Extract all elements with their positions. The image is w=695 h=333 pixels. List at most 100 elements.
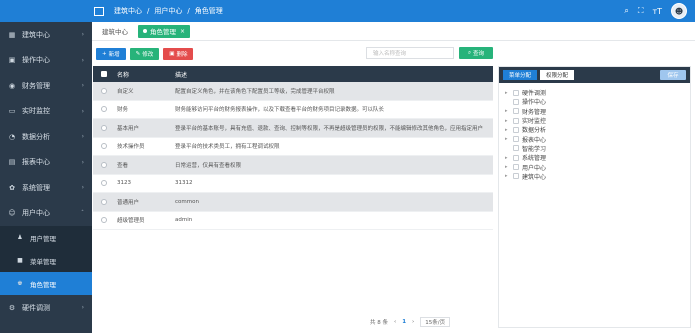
table-row[interactable]: 普通用户 common: [93, 193, 493, 212]
search-icon[interactable]: ⌕: [624, 6, 628, 16]
search-input[interactable]: 输入名称查询: [366, 47, 454, 59]
page-number-current[interactable]: 1: [402, 319, 406, 325]
sidebar-subitem-role-manage[interactable]: ♚ 角色管理: [0, 272, 92, 295]
sidebar-item-finance[interactable]: ◉ 财务管理 ›: [0, 73, 92, 99]
avatar[interactable]: ☻: [671, 3, 687, 19]
chevron-icon: ›: [81, 82, 84, 90]
breadcrumb: 建筑中心 / 用户中心 / 角色管理: [114, 6, 223, 16]
save-button[interactable]: 保存: [660, 70, 686, 80]
tree-checkbox[interactable]: [513, 154, 519, 161]
tree-node[interactable]: ▸ 建筑中心: [505, 172, 690, 181]
tree-checkbox[interactable]: [513, 98, 519, 105]
search-button[interactable]: ⌕ 查询: [459, 47, 493, 59]
tab-label: 建筑中心: [102, 28, 128, 36]
table-row[interactable]: 基本用户 登录平台的基本账号，具有充值、退款、查询、控制等权限，不再是超级管理员的…: [93, 119, 493, 138]
sidebar-item-operation[interactable]: ▣ 操作中心 ›: [0, 48, 92, 74]
search-button-label: 查询: [473, 51, 485, 57]
sidebar-subitem-label: 菜单管理: [30, 257, 56, 266]
tree-checkbox[interactable]: [513, 108, 519, 115]
add-button[interactable]: + 新增: [96, 47, 126, 60]
tree-node[interactable]: ▸智能学习: [505, 144, 690, 153]
tree-node[interactable]: ▸ 用户中心: [505, 162, 690, 172]
tree-checkbox[interactable]: [513, 173, 519, 180]
prev-page-icon[interactable]: ‹: [394, 319, 396, 325]
expand-icon[interactable]: ▸: [505, 136, 511, 142]
menu-toggle-icon[interactable]: [94, 6, 104, 16]
font-size-icon[interactable]: ᴛT: [652, 7, 662, 16]
sidebar-item-system[interactable]: ✿ 系统管理 ›: [0, 175, 92, 201]
expand-icon[interactable]: ▸: [505, 155, 511, 161]
tree-node[interactable]: ▸ 系统管理: [505, 153, 690, 162]
chevron-icon: ›: [81, 184, 84, 192]
breadcrumb-item[interactable]: 用户中心: [154, 7, 182, 15]
fullscreen-icon[interactable]: ⛶: [638, 6, 644, 16]
table-row[interactable]: 技术操作员 登录平台的技术类员工，拥有工程调试权限: [93, 138, 493, 156]
table-row[interactable]: 财务 财务能够访问平台的财务报表操作，以及下载查看平台的财务项目记录数据。可以队长: [93, 101, 493, 119]
tree-checkbox[interactable]: [513, 164, 519, 171]
delete-button[interactable]: ▣ 删除: [163, 47, 194, 60]
table-row[interactable]: 查看 日常运营，仅具有查看权限: [93, 156, 493, 175]
expand-icon[interactable]: ▸: [505, 90, 511, 96]
row-radio[interactable]: [101, 143, 107, 150]
chevron-up-icon: ˆ: [81, 209, 84, 217]
tab-bar: 建筑中心 角色管理 ×: [92, 22, 695, 41]
row-radio[interactable]: [101, 198, 107, 205]
tab-perm-assign[interactable]: 权限分配: [540, 70, 575, 80]
tree-node-label: 智能学习: [522, 145, 547, 153]
sidebar-item-analysis[interactable]: ◔ 数据分析 ›: [0, 124, 92, 150]
edit-button[interactable]: ✎ 修改: [129, 47, 160, 60]
edit-button-label: 修改: [142, 51, 154, 58]
row-radio[interactable]: [101, 106, 107, 113]
building-icon: ▦: [8, 30, 16, 39]
expand-icon[interactable]: ▸: [505, 127, 511, 133]
menu-icon: ■: [17, 257, 23, 264]
tree-checkbox[interactable]: [513, 136, 519, 143]
tab-building[interactable]: 建筑中心: [98, 25, 132, 38]
table-row[interactable]: 自定义 配置自定义角色，并在该角色下配置员工等级，完成管理平台权限: [93, 82, 493, 101]
tree-node[interactable]: ▸ 数据分析: [505, 125, 690, 134]
permission-panel: 菜单分配 权限分配 保存 ▸硬件调测 ▸操作中心 ▸财务管理 ▸实时监控 ▸数据…: [498, 66, 691, 328]
row-check-cell: [93, 87, 115, 94]
row-radio[interactable]: [101, 87, 107, 94]
expand-icon[interactable]: ▸: [505, 118, 511, 124]
expand-icon[interactable]: ▸: [505, 164, 511, 170]
tree-node[interactable]: ▸ 报表中心: [505, 134, 690, 144]
tree-node[interactable]: ▸ 硬件调测: [505, 88, 690, 97]
table-row[interactable]: 超级管理员 admin: [93, 212, 493, 230]
sidebar-item-user-center[interactable]: ☺ 用户中心 ˆ: [0, 201, 92, 227]
tree-node[interactable]: ▸ 实时监控: [505, 116, 690, 125]
tree-checkbox[interactable]: [513, 126, 519, 133]
next-page-icon[interactable]: ›: [412, 319, 414, 325]
tree-node[interactable]: ▸ 财务管理: [505, 107, 690, 116]
sidebar-subitem-user-manage[interactable]: ♟ 用户管理: [0, 226, 92, 249]
tree-checkbox[interactable]: [513, 89, 519, 96]
sidebar: ▦ 建筑中心 › ▣ 操作中心 › ◉ 财务管理 › ▭ 实时监控 › ◔ 数据分析 › ▤ 报表中心…: [0, 0, 92, 333]
sidebar-item-building[interactable]: ▦ 建筑中心 ›: [0, 22, 92, 48]
tab-menu-assign[interactable]: 菜单分配: [503, 70, 538, 80]
page-size-select[interactable]: 15条/页: [420, 317, 451, 327]
breadcrumb-item[interactable]: 建筑中心: [114, 7, 142, 15]
select-all-checkbox[interactable]: [101, 71, 107, 77]
tree-checkbox[interactable]: [513, 145, 519, 152]
chevron-icon: ›: [81, 56, 84, 64]
sidebar-item-monitor[interactable]: ▭ 实时监控 ›: [0, 99, 92, 125]
chevron-icon: ›: [81, 31, 84, 39]
table-body: 自定义 配置自定义角色，并在该角色下配置员工等级，完成管理平台权限 财务 财务能够访…: [93, 82, 493, 230]
sidebar-item-report[interactable]: ▤ 报表中心 ›: [0, 150, 92, 176]
tree-checkbox[interactable]: [513, 117, 519, 124]
row-radio[interactable]: [101, 180, 107, 187]
row-radio[interactable]: [101, 124, 107, 131]
row-radio[interactable]: [101, 217, 107, 224]
report-icon: ▤: [8, 158, 16, 167]
sidebar-item-hardware[interactable]: ⚙ 硬件调测 ›: [0, 295, 92, 321]
row-radio[interactable]: [101, 161, 107, 168]
close-icon[interactable]: ×: [180, 28, 185, 35]
expand-icon[interactable]: ▸: [505, 108, 511, 114]
row-desc: 登录平台的技术类员工，拥有工程调试权限: [175, 144, 280, 151]
tab-role-manage[interactable]: 角色管理 ×: [138, 24, 191, 38]
sidebar-subitem-menu-manage[interactable]: ■ 菜单管理: [0, 249, 92, 272]
expand-icon[interactable]: ▸: [505, 173, 511, 179]
tree-node[interactable]: ▸操作中心: [505, 97, 690, 106]
table-row[interactable]: 3123 31312: [93, 175, 493, 193]
monitor-icon: ▭: [8, 107, 16, 116]
